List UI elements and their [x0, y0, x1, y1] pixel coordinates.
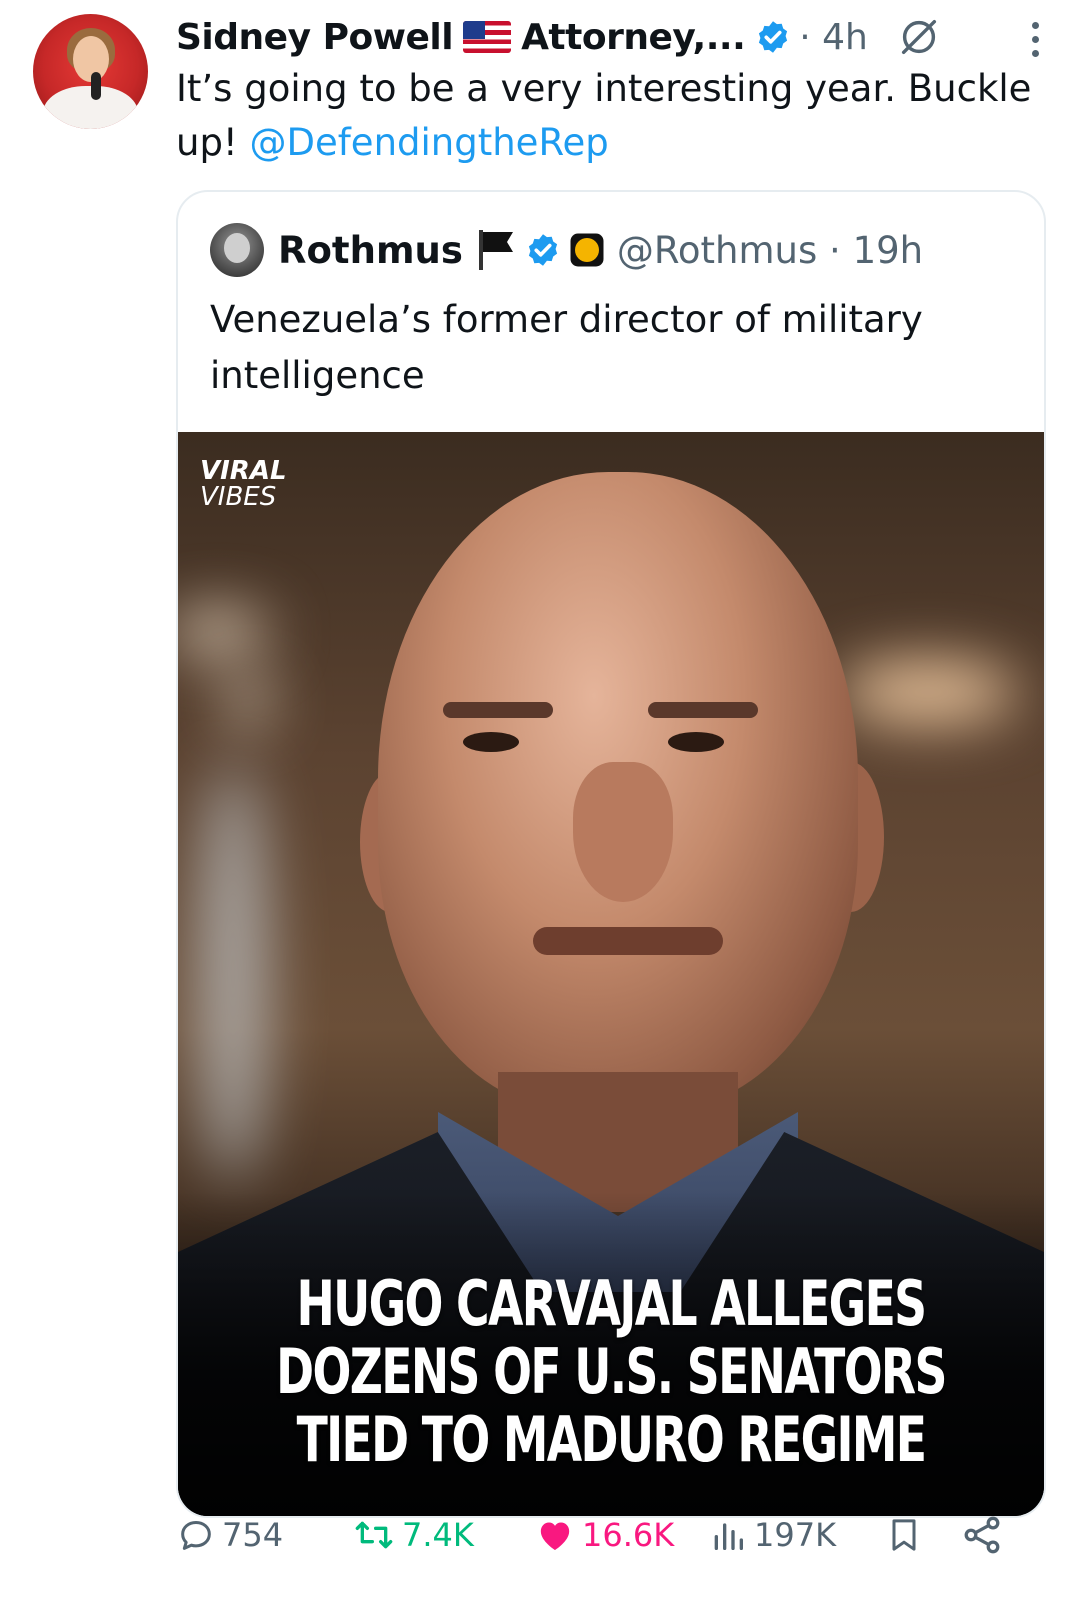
media-headline: HUGO CARVAJAL ALLEGES DOZENS OF U.S. SEN… [276, 1267, 947, 1476]
watermark-line2: VIBES [200, 482, 277, 512]
coin-icon [570, 233, 604, 267]
background-window [198, 762, 268, 1182]
like-icon [540, 1522, 570, 1550]
mention-link[interactable]: @DefendingtheRep [250, 121, 609, 164]
share-button[interactable] [960, 1505, 1010, 1565]
background-light [178, 612, 268, 652]
us-flag-icon [463, 21, 512, 53]
quoted-post[interactable]: Rothmus @Rothmus · 19h Venezuela’s forme… [176, 190, 1046, 1518]
share-icon [964, 1516, 1000, 1554]
quoted-media-image[interactable]: VIRAL VIBES HUGO CARVAJAL ALLEGES DOZENS… [178, 432, 1044, 1516]
portrait-eye [463, 732, 519, 752]
portrait-nose [573, 762, 673, 902]
grok-icon[interactable] [896, 14, 942, 60]
views-count: 197K [754, 1516, 837, 1554]
like-button[interactable]: 16.6K [534, 1505, 674, 1565]
post-text: It’s going to be a very interesting year… [176, 62, 1036, 170]
verified-badge-icon [759, 21, 788, 53]
post-header: Sidney Powell Attorney,... · 4h [176, 12, 1040, 62]
quoted-author-name[interactable]: Rothmus [278, 229, 463, 272]
background-light [228, 682, 268, 722]
portrait-brow [443, 702, 553, 718]
repost-icon [355, 1521, 393, 1549]
portrait-eye [668, 732, 724, 752]
author-affiliation[interactable]: Attorney,... [521, 17, 746, 58]
post-time[interactable]: 4h [822, 17, 868, 58]
repost-count: 7.4K [402, 1516, 474, 1554]
quoted-time[interactable]: 19h [853, 229, 924, 272]
reply-button[interactable]: 754 [176, 1505, 283, 1565]
watermark-line1: VIRAL [200, 456, 287, 486]
quoted-handle[interactable]: @Rothmus [617, 229, 817, 272]
portrait-brow [648, 702, 758, 718]
more-options-icon[interactable] [1032, 22, 1040, 58]
bookmark-icon [892, 1519, 916, 1551]
pirate-flag-icon [478, 230, 513, 270]
author-avatar[interactable] [33, 14, 148, 129]
watermark-logo: VIRAL VIBES [200, 458, 287, 510]
post-meta: · 4h [799, 16, 868, 58]
portrait-mouth [533, 927, 723, 955]
action-bar: 754 7.4K 16.6K 197K [176, 1505, 1046, 1565]
background-light [838, 662, 1018, 722]
reply-count: 754 [222, 1516, 284, 1554]
views-button[interactable]: 197K [708, 1505, 836, 1565]
views-icon [714, 1523, 743, 1550]
like-count: 16.6K [582, 1516, 675, 1554]
quoted-text: Venezuela’s former director of military … [210, 298, 923, 397]
repost-button[interactable]: 7.4K [352, 1505, 474, 1565]
author-name[interactable]: Sidney Powell [176, 17, 454, 58]
quoted-author-avatar[interactable] [210, 223, 264, 277]
bookmark-button[interactable] [884, 1505, 930, 1565]
quoted-header: Rothmus @Rothmus · 19h [210, 222, 923, 278]
reply-icon [181, 1521, 211, 1550]
avatar-microphone [91, 72, 101, 100]
quoted-meta: @Rothmus · 19h [616, 228, 924, 272]
quoted-verified-badge-icon [528, 234, 557, 266]
